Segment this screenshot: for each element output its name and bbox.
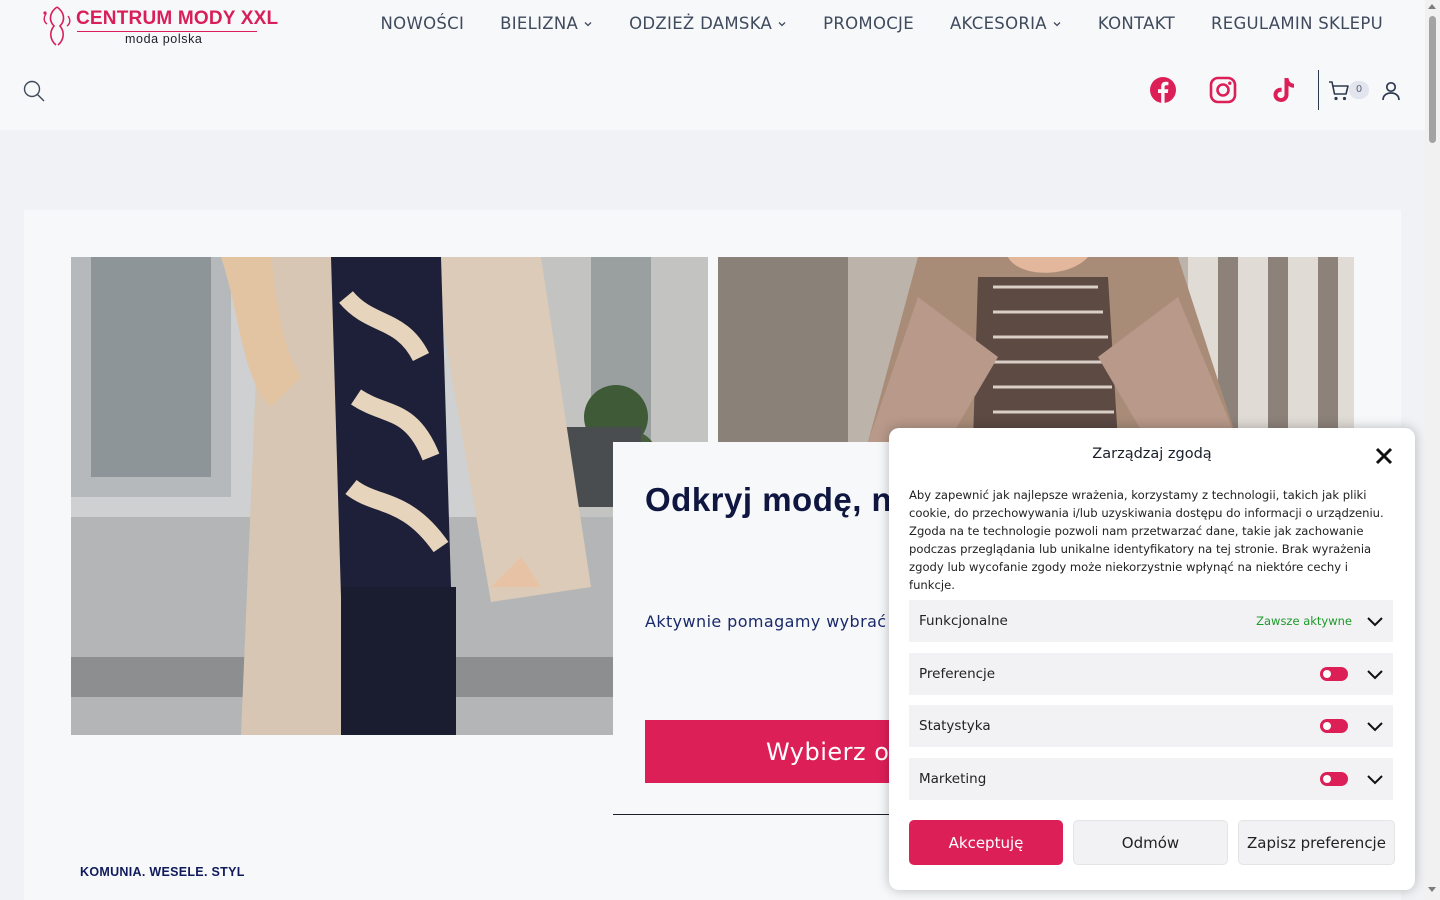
- consent-category-statystyka[interactable]: Statystyka: [909, 705, 1393, 747]
- chevron-down-icon[interactable]: [1366, 615, 1384, 627]
- search-icon[interactable]: [22, 79, 46, 103]
- category-label: Statystyka: [919, 718, 991, 734]
- chevron-down-icon: [1053, 21, 1061, 26]
- preferences-toggle[interactable]: [1320, 667, 1348, 681]
- page-scrollbar[interactable]: [1425, 0, 1440, 900]
- nav-item-kontakt[interactable]: KONTAKT: [1098, 14, 1175, 33]
- nav-item-label: AKCESORIA: [949, 14, 1047, 33]
- cart-icon[interactable]: [1327, 79, 1351, 103]
- consent-description: Aby zapewnić jak najlepsze wrażenia, kor…: [909, 488, 1384, 592]
- nav-item-odziez-damska[interactable]: ODZIEŻ DAMSKA: [629, 14, 787, 33]
- logo-title: CENTRUM MODY XXL: [76, 8, 279, 29]
- chevron-down-icon[interactable]: [1366, 773, 1384, 785]
- toggle-knob: [1323, 670, 1331, 678]
- chevron-down-icon: [584, 21, 592, 26]
- nav-item-label: PROMOCJE: [823, 14, 914, 33]
- tiktok-icon[interactable]: [1268, 75, 1298, 105]
- scroll-down-arrow-icon[interactable]: [1428, 887, 1436, 892]
- nav-item-label: REGULAMIN SKLEPU: [1210, 14, 1383, 33]
- chevron-down-icon: [778, 21, 786, 26]
- nav-item-regulamin[interactable]: REGULAMIN SKLEPU: [1211, 14, 1383, 33]
- consent-title: Zarządzaj zgodą: [1092, 446, 1212, 462]
- scrollbar-thumb[interactable]: [1429, 16, 1436, 143]
- category-label: Marketing: [919, 771, 987, 787]
- toggle-knob: [1323, 775, 1331, 783]
- nav-item-akcesoria[interactable]: AKCESORIA: [950, 14, 1062, 33]
- consent-category-funkcjonalne[interactable]: Funkcjonalne Zawsze aktywne: [909, 600, 1393, 642]
- save-preferences-button[interactable]: Zapisz preferencje: [1238, 820, 1395, 865]
- statistics-toggle[interactable]: [1320, 719, 1348, 733]
- scroll-up-arrow-icon[interactable]: [1428, 4, 1436, 9]
- model-photo-image: [718, 257, 1354, 442]
- category-label: Funkcjonalne: [919, 613, 1008, 629]
- chevron-down-icon[interactable]: [1366, 668, 1384, 680]
- nav-item-nowosci[interactable]: NOWOŚCI: [381, 14, 465, 33]
- toggle-knob: [1323, 722, 1331, 730]
- header-divider: [1318, 70, 1319, 110]
- always-active-label: Zawsze aktywne: [1256, 614, 1352, 628]
- section-tagline: KOMUNIA. WESELE. STYL: [80, 865, 245, 879]
- consent-category-preferencje[interactable]: Preferencje: [909, 653, 1393, 695]
- nav-item-promocje[interactable]: PROMOCJE: [823, 14, 914, 33]
- category-label: Preferencje: [919, 666, 996, 682]
- account-icon[interactable]: [1379, 79, 1403, 103]
- site-header: CENTRUM MODY XXL moda polska NOWOŚCI BIE…: [0, 0, 1425, 130]
- nav-item-label: KONTAKT: [1097, 14, 1175, 33]
- hero-photo-right: [718, 257, 1354, 442]
- main-nav: NOWOŚCI BIELIZNA ODZIEŻ DAMSKA PROMOCJE …: [381, 14, 1383, 33]
- deny-button[interactable]: Odmów: [1073, 820, 1228, 865]
- close-icon[interactable]: [1373, 445, 1395, 467]
- facebook-icon[interactable]: [1148, 75, 1178, 105]
- instagram-icon[interactable]: [1208, 75, 1238, 105]
- site-logo[interactable]: CENTRUM MODY XXL moda polska: [40, 4, 278, 48]
- accept-button[interactable]: Akceptuję: [909, 820, 1063, 865]
- nav-item-label: ODZIEŻ DAMSKA: [629, 14, 773, 33]
- nav-item-bielizna[interactable]: BIELIZNA: [500, 14, 593, 33]
- marketing-toggle[interactable]: [1320, 772, 1348, 786]
- chevron-down-icon[interactable]: [1366, 720, 1384, 732]
- logo-subtitle: moda polska: [125, 32, 203, 46]
- cart-count-badge: 0: [1349, 81, 1369, 99]
- nav-item-label: BIELIZNA: [500, 14, 579, 33]
- nav-item-label: NOWOŚCI: [380, 14, 465, 33]
- consent-category-marketing[interactable]: Marketing: [909, 758, 1393, 800]
- logo-figure-icon: [43, 6, 71, 46]
